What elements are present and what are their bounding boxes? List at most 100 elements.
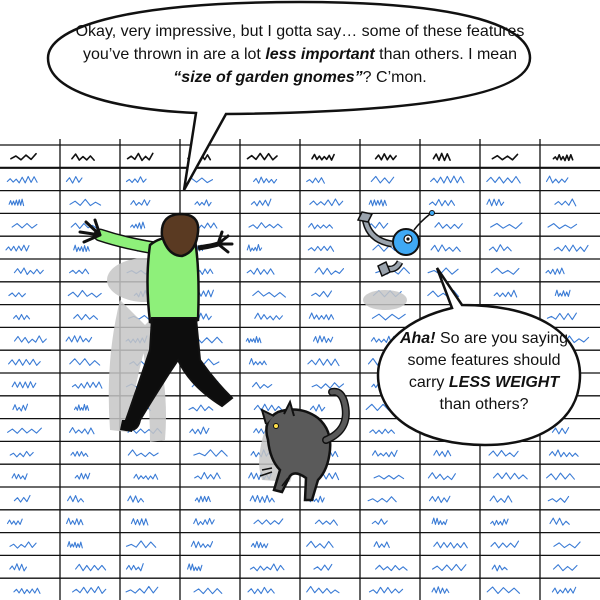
robot-antenna	[413, 213, 431, 231]
cell-scribble	[373, 474, 405, 480]
cell-scribble	[490, 222, 523, 230]
cell-scribble	[553, 541, 581, 549]
cell-scribble	[125, 540, 157, 549]
cell-scribble	[486, 198, 505, 207]
cell-scribble	[5, 244, 30, 252]
cell-scribble	[547, 495, 570, 503]
cell-scribble	[548, 449, 579, 458]
cell-scribble	[7, 427, 42, 434]
cell-scribble	[250, 198, 272, 207]
cell-scribble	[245, 336, 262, 344]
cell-scribble	[488, 244, 512, 253]
cell-scribble	[249, 494, 275, 503]
cell-scribble	[8, 292, 26, 298]
hair	[160, 212, 200, 258]
cell-scribble	[427, 267, 459, 275]
cell-scribble	[551, 427, 570, 435]
cell-scribble	[309, 404, 326, 412]
cell-scribble	[433, 541, 468, 549]
cell-scribble	[130, 518, 149, 526]
cell-scribble	[490, 267, 520, 275]
cell-scribble	[248, 358, 267, 366]
cell-scribble	[374, 153, 397, 161]
cell-scribble	[370, 175, 395, 184]
cat-eye	[273, 423, 279, 429]
speech-top-seg-2: than others. I mean	[374, 46, 517, 63]
cell-scribble	[430, 175, 465, 184]
cell-scribble	[69, 358, 101, 366]
cell-scribble	[190, 540, 214, 549]
cell-scribble	[127, 495, 145, 503]
cell-scribble	[6, 518, 23, 526]
cell-scribble	[552, 564, 578, 572]
cell-scribble	[307, 358, 340, 367]
cell-scribble	[6, 175, 38, 184]
cell-scribble	[67, 495, 85, 503]
cell-scribble	[306, 540, 334, 549]
speech-top-text: Okay, very impressive, but I gotta say… …	[70, 20, 530, 89]
cell-scribble	[11, 222, 38, 229]
cell-scribble	[126, 152, 154, 162]
cell-scribble	[371, 313, 406, 321]
cell-scribble	[311, 382, 345, 389]
cell-scribble	[193, 517, 215, 526]
cell-scribble	[308, 312, 335, 321]
cell-scribble	[13, 313, 31, 321]
cell-scribble	[13, 587, 41, 595]
right-hand	[216, 230, 234, 254]
cell-scribble	[194, 495, 211, 503]
cell-scribble	[70, 450, 89, 457]
cell-scribble	[253, 176, 278, 184]
cell-scribble	[251, 381, 273, 389]
cell-scribble	[371, 518, 388, 525]
cell-scribble	[252, 290, 286, 298]
cell-scribble	[488, 449, 519, 458]
speech-top-emphasis-gnomes: “size of garden gnomes”	[173, 69, 363, 86]
cell-scribble	[66, 517, 84, 526]
cell-scribble	[72, 586, 107, 594]
cell-scribble	[253, 403, 283, 412]
cell-scribble	[311, 290, 333, 298]
cell-scribble	[65, 176, 83, 184]
cell-scribble	[312, 335, 334, 344]
cell-scribble	[71, 381, 103, 389]
cell-scribble	[552, 154, 574, 162]
cell-scribble	[306, 585, 340, 594]
cell-scribble	[9, 541, 37, 549]
cell-scribble	[493, 289, 518, 298]
cell-scribble	[490, 518, 509, 526]
cell-scribble	[8, 198, 25, 207]
cell-scribble	[193, 449, 228, 457]
speech-right-text: Aha! So are you saying some features sho…	[392, 328, 576, 416]
cell-scribble	[189, 426, 210, 435]
cell-scribble	[486, 586, 521, 595]
cell-scribble	[546, 472, 575, 481]
cell-scribble	[9, 563, 28, 572]
cell-scribble	[130, 199, 151, 206]
cell-scribble	[253, 518, 284, 525]
cell-scribble	[432, 152, 451, 162]
cell-scribble	[430, 244, 461, 253]
speech-right-aha: Aha!	[399, 330, 436, 347]
cell-scribble	[69, 427, 95, 435]
cell-scribble	[491, 564, 508, 572]
cell-scribble	[545, 267, 565, 275]
cell-scribble	[486, 175, 521, 184]
cell-scribble	[246, 152, 278, 161]
cell-scribble	[427, 472, 456, 481]
cell-scribble	[545, 175, 569, 184]
cell-scribble	[254, 312, 283, 321]
cell-scribble	[248, 222, 283, 230]
cell-scribble	[547, 223, 578, 230]
shoe-left	[120, 420, 134, 432]
cell-scribble	[246, 267, 275, 275]
cell-scribble	[428, 198, 456, 207]
cell-scribble	[247, 586, 275, 595]
cell-scribble	[246, 243, 263, 252]
cell-scribble	[313, 563, 333, 571]
cell-scribble	[67, 289, 102, 298]
cell-scribble	[492, 472, 528, 480]
cell-scribble	[551, 586, 577, 595]
cell-scribble	[491, 153, 519, 161]
cell-scribble	[554, 289, 571, 297]
